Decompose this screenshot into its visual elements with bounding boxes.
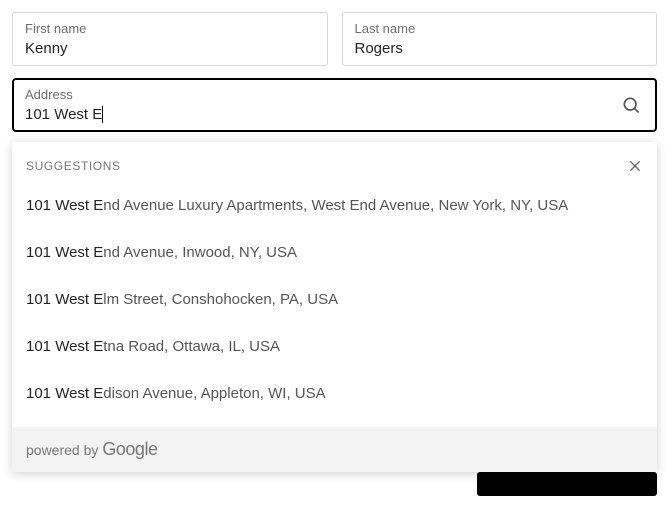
- suggestion-item[interactable]: 101 West Edison Avenue, Appleton, WI, US…: [12, 370, 657, 417]
- first-name-field[interactable]: First name: [12, 12, 328, 66]
- suggestion-item[interactable]: 101 West Elm Street, Conshohocken, PA, U…: [12, 276, 657, 323]
- last-name-label: Last name: [355, 21, 645, 36]
- suggestions-header: SUGGESTIONS: [26, 159, 121, 173]
- google-logo: Google: [102, 439, 157, 460]
- suggestion-item[interactable]: 101 West End Avenue, Inwood, NY, USA: [12, 229, 657, 276]
- last-name-input[interactable]: [355, 40, 645, 57]
- suggestions-dropdown: SUGGESTIONS 101 West End Avenue Luxury A…: [12, 142, 657, 472]
- powered-by-text: powered by: [26, 442, 98, 458]
- submit-button[interactable]: [477, 472, 657, 496]
- first-name-label: First name: [25, 21, 315, 36]
- close-icon[interactable]: [627, 158, 643, 174]
- suggestions-list: 101 West End Avenue Luxury Apartments, W…: [12, 178, 657, 427]
- suggestion-item[interactable]: 101 West Etna Road, Ottawa, IL, USA: [12, 323, 657, 370]
- address-input[interactable]: 101 West E: [25, 106, 103, 123]
- address-field[interactable]: Address 101 West E: [12, 78, 657, 132]
- first-name-input[interactable]: [25, 40, 315, 57]
- suggestion-item[interactable]: 101 West End Avenue Luxury Apartments, W…: [12, 182, 657, 229]
- powered-by: powered by Google: [12, 427, 657, 472]
- search-icon: [621, 95, 641, 115]
- address-label: Address: [25, 87, 644, 102]
- last-name-field[interactable]: Last name: [342, 12, 658, 66]
